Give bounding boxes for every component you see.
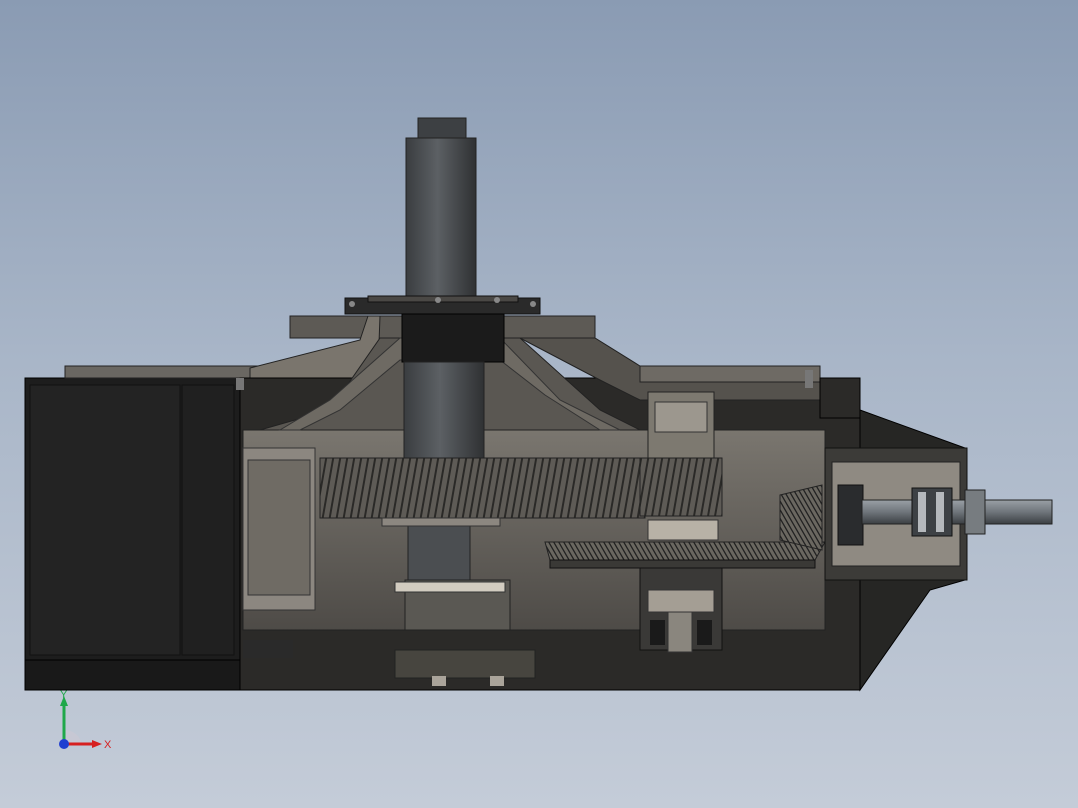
graphics-viewport[interactable]: Y X: [0, 0, 1078, 808]
coordinate-triad: Y X: [59, 689, 112, 751]
helical-pinion[interactable]: [639, 391, 723, 517]
bevel-pinion[interactable]: [779, 484, 823, 551]
x-axis-label: X: [104, 739, 112, 751]
y-axis-label: Y: [60, 689, 68, 701]
motor-housing[interactable]: [24, 377, 241, 691]
lower-bearing-assembly[interactable]: [639, 567, 723, 653]
vertical-shaft[interactable]: [405, 117, 477, 301]
z-axis-icon: [59, 739, 69, 749]
gearbox-section-view[interactable]: [0, 0, 1078, 808]
helical-gear-large[interactable]: [319, 457, 646, 527]
